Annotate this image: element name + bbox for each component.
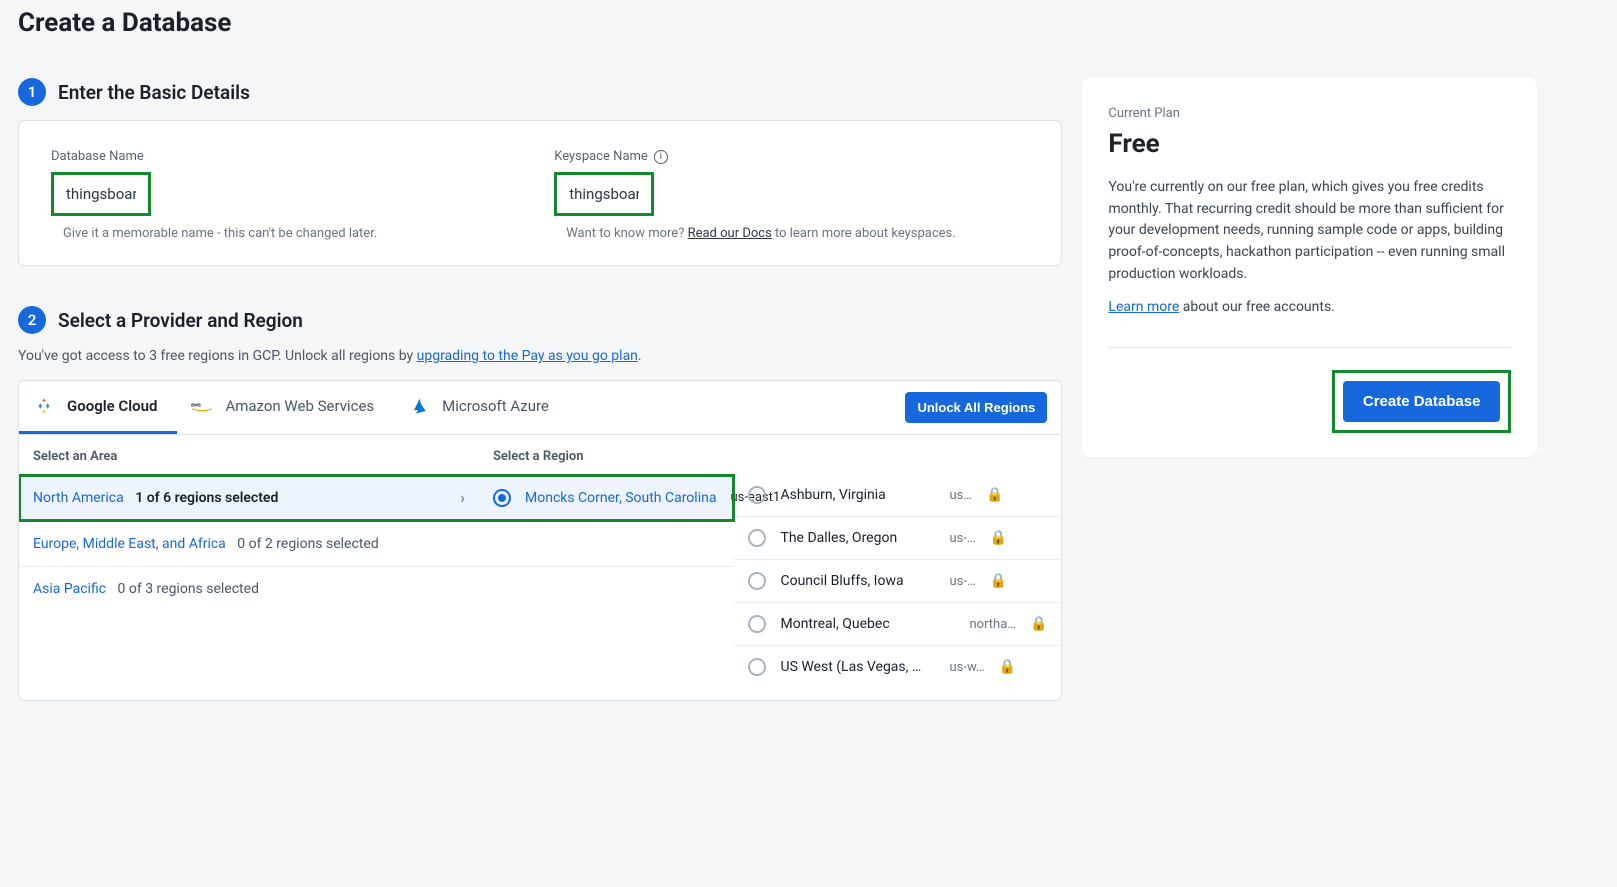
step2-header: 2 Select a Provider and Region <box>18 306 1062 334</box>
plan-learn: Learn more about our free accounts. <box>1108 299 1511 315</box>
lock-icon: 🔒 <box>986 487 1003 503</box>
lock-icon: 🔒 <box>1030 616 1047 632</box>
radio-icon[interactable] <box>748 529 766 547</box>
step1-header: 1 Enter the Basic Details <box>18 78 1062 106</box>
step1-title: Enter the Basic Details <box>58 81 250 104</box>
area-item-north-america[interactable]: North America 1 of 6 regions selected › <box>19 474 479 522</box>
step2-desc: You've got access to 3 free regions in G… <box>18 348 1062 364</box>
svg-text:aws: aws <box>191 403 201 409</box>
chevron-right-icon: › <box>452 488 465 507</box>
providers-card: Google Cloud aws Amazon Web Services <box>18 380 1062 701</box>
learn-more-link[interactable]: Learn more <box>1108 299 1179 315</box>
page-title: Create a Database <box>18 8 1599 38</box>
radio-icon[interactable] <box>748 572 766 590</box>
tab-azure[interactable]: Microsoft Azure <box>394 381 569 434</box>
area-item-apac[interactable]: Asia Pacific 0 of 3 regions selected <box>19 567 734 611</box>
create-db-highlight: Create Database <box>1332 370 1512 433</box>
aws-icon: aws <box>191 395 213 417</box>
region-item[interactable]: US West (Las Vegas, … us-w… 🔒 <box>734 646 1061 688</box>
plan-name: Free <box>1108 129 1511 159</box>
region-item[interactable]: Council Bluffs, Iowa us-… 🔒 <box>734 560 1061 603</box>
keyspace-name-input[interactable] <box>554 172 654 216</box>
area-item-emea[interactable]: Europe, Middle East, and Africa 0 of 2 r… <box>19 522 734 567</box>
keyspace-label: Keyspace Name i <box>554 149 1029 164</box>
gcp-icon <box>33 395 55 417</box>
db-name-help: Give it a memorable name - this can't be… <box>51 226 526 241</box>
plan-card: Current Plan Free You're currently on ou… <box>1082 78 1537 457</box>
region-item[interactable]: The Dalles, Oregon us-… 🔒 <box>734 517 1061 560</box>
database-name-input[interactable] <box>51 172 151 216</box>
step1-badge: 1 <box>18 78 46 106</box>
info-icon[interactable]: i <box>654 150 668 164</box>
basic-details-card: Database Name Give it a memorable name -… <box>18 120 1062 266</box>
create-database-button[interactable]: Create Database <box>1343 381 1501 422</box>
upgrade-plan-link[interactable]: upgrading to the Pay as you go plan <box>417 348 638 364</box>
radio-checked-icon[interactable] <box>493 489 511 507</box>
db-name-label: Database Name <box>51 149 526 164</box>
keyspace-help: Want to know more? Read our Docs to lear… <box>554 226 1029 241</box>
lock-icon: 🔒 <box>990 530 1007 546</box>
col-region-header: Select a Region <box>493 449 1047 464</box>
step2-badge: 2 <box>18 306 46 334</box>
tab-gcp[interactable]: Google Cloud <box>19 381 177 434</box>
col-area-header: Select an Area <box>33 449 493 464</box>
lock-icon: 🔒 <box>990 573 1007 589</box>
radio-icon[interactable] <box>748 615 766 633</box>
tab-aws[interactable]: aws Amazon Web Services <box>177 381 394 434</box>
step2-title: Select a Provider and Region <box>58 309 303 332</box>
region-item[interactable]: Moncks Corner, South Carolina us-east1 <box>479 474 734 522</box>
read-docs-link[interactable]: Read our Docs <box>688 226 772 241</box>
plan-desc: You're currently on our free plan, which… <box>1108 177 1511 285</box>
plan-label: Current Plan <box>1108 106 1511 121</box>
lock-icon: 🔒 <box>999 659 1016 675</box>
divider <box>1108 347 1511 348</box>
unlock-regions-button[interactable]: Unlock All Regions <box>905 392 1047 423</box>
radio-icon[interactable] <box>748 658 766 676</box>
azure-icon <box>408 395 430 417</box>
region-item[interactable]: Montreal, Quebec northa… 🔒 <box>734 603 1061 646</box>
